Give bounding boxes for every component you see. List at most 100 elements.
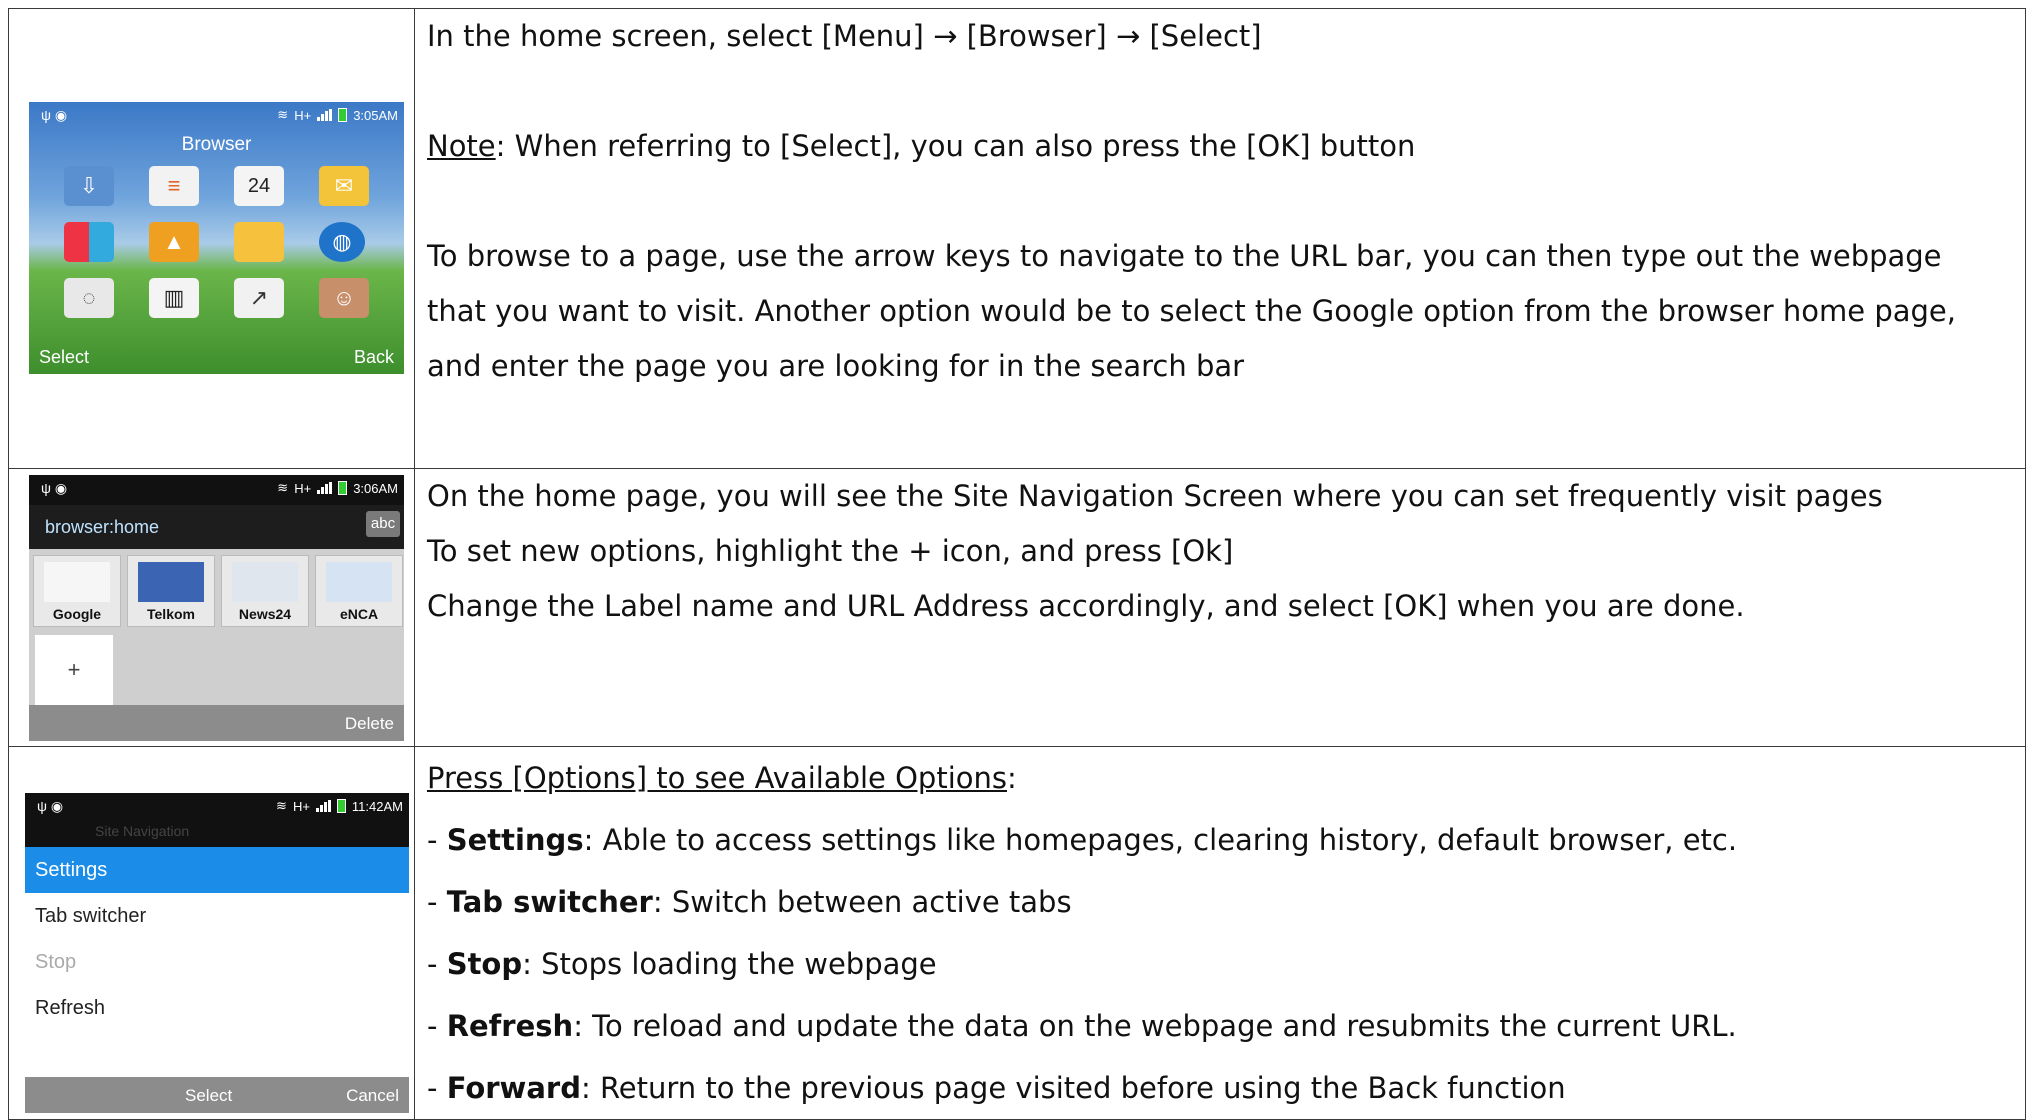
site-tile-label: Google [52, 606, 102, 622]
globe-browser-icon[interactable]: ◍ [319, 222, 365, 262]
status-bar: ψ ◉ ≋ H+ 3:06AM [29, 475, 404, 505]
input-mode-indicator: abc [366, 511, 400, 537]
softkey-select[interactable]: Select [39, 347, 89, 368]
signal-icon [317, 109, 333, 121]
battery-icon [338, 108, 348, 122]
option-desc: : Able to access settings like homepages… [583, 823, 1738, 857]
network-type: H+ [294, 107, 312, 123]
screenshot-cell: ψ ◉ ≋ H+ 3:06AM browser:home abc Google … [8, 468, 415, 747]
softkey-delete[interactable]: Delete [345, 714, 394, 734]
screenshot-cell: ψ ◉ ≋ H+ 3:05AM Browser ⇩ ≡ 24 ✉ ▲ ◍ ◌ ▥… [8, 8, 415, 469]
gallery-app-icon[interactable]: ▲ [149, 222, 199, 262]
text-line: To set new options, highlight the + icon… [427, 534, 1234, 568]
site-thumbnail [326, 562, 392, 602]
equalizer-app-icon[interactable]: ≡ [149, 166, 199, 206]
softkey-bar: Delete [29, 705, 404, 741]
table-row: ψ ◉ ≋ H+ 11:42AM Site Navigation Setting… [8, 746, 2026, 1120]
softkey-back[interactable]: Back [354, 347, 394, 368]
site-tile-label: News24 [238, 606, 292, 622]
option-item: - Stop: Stops loading the webpage [427, 947, 937, 981]
option-item: - Forward: Return to the previous page v… [427, 1071, 1566, 1105]
option-item: - Tab switcher: Switch between active ta… [427, 885, 1072, 919]
calendar-app-icon[interactable]: 24 [234, 166, 284, 206]
menu-item-stop[interactable]: Stop [25, 939, 409, 985]
screenshot-cell: ψ ◉ ≋ H+ 11:42AM Site Navigation Setting… [8, 746, 415, 1120]
text-line: In the home screen, select [Menu] → [Bro… [427, 19, 1262, 53]
option-item: - Settings: Able to access settings like… [427, 823, 1738, 857]
text-line: On the home page, you will see the Site … [427, 479, 1883, 513]
options-menu: Settings Tab switcher Stop Refresh [25, 847, 409, 1031]
clock-app-icon[interactable]: ↗ [234, 278, 284, 318]
option-term: Settings [446, 823, 584, 857]
usb-icon: ψ ◉ [37, 798, 64, 814]
options-heading: Press [Options] to see Available Options… [427, 747, 2025, 809]
option-term: Refresh [446, 1009, 574, 1043]
table-row: ψ ◉ ≋ H+ 3:05AM Browser ⇩ ≡ 24 ✉ ▲ ◍ ◌ ▥… [8, 8, 2026, 469]
option-term: Tab switcher [446, 885, 653, 919]
option-term: Forward [446, 1071, 581, 1105]
text-line: Change the Label name and URL Address ac… [427, 589, 1745, 623]
site-tile[interactable]: eNCA [315, 555, 403, 627]
softkey-select[interactable]: Select [185, 1086, 232, 1106]
site-tile-label: eNCA [339, 606, 379, 622]
network-type: H+ [292, 798, 310, 814]
folder-app-icon[interactable] [234, 222, 284, 262]
add-site-button[interactable]: + [35, 635, 113, 705]
site-tile-label: Telkom [147, 606, 195, 622]
instruction-table: ψ ◉ ≋ H+ 3:05AM Browser ⇩ ≡ 24 ✉ ▲ ◍ ◌ ▥… [8, 8, 2026, 1120]
option-desc: : Return to the previous page visited be… [580, 1071, 1566, 1105]
text-line: that you want to visit. Another option w… [427, 294, 1956, 328]
clock: 3:06AM [353, 480, 398, 496]
phone-options-menu: ψ ◉ ≋ H+ 11:42AM Site Navigation Setting… [25, 793, 409, 1113]
app-grid: ⇩ ≡ 24 ✉ ▲ ◍ ◌ ▥ ↗ ☺ [49, 166, 389, 318]
music-app-icon[interactable]: ▥ [149, 278, 199, 318]
apps-app-icon[interactable] [64, 222, 114, 262]
wifi-icon: ≋ [276, 798, 287, 813]
url-bar[interactable]: browser:home abc [29, 505, 404, 549]
heading-colon: : [1007, 761, 1017, 795]
option-desc: : Switch between active tabs [652, 885, 1072, 919]
url-field[interactable]: browser:home [45, 517, 159, 538]
usb-icon: ψ ◉ [41, 480, 68, 496]
wifi-icon: ≋ [277, 107, 289, 122]
background-title: Site Navigation [25, 823, 409, 847]
softkey-cancel[interactable]: Cancel [346, 1086, 399, 1106]
usb-icon: ψ ◉ [41, 107, 68, 123]
clock: 3:05AM [353, 107, 398, 123]
signal-icon [317, 482, 333, 494]
text-line: To browse to a page, use the arrow keys … [427, 239, 1942, 273]
site-thumbnail [138, 562, 204, 602]
battery-icon [338, 481, 348, 495]
screen-title: Browser [181, 134, 252, 155]
status-bar: ψ ◉ ≋ H+ 3:05AM [29, 102, 404, 130]
menu-item-refresh[interactable]: Refresh [25, 985, 409, 1031]
menu-item-settings[interactable]: Settings [25, 847, 409, 893]
note-label: Note [427, 129, 496, 163]
status-bar: ψ ◉ ≋ H+ 11:42AM [25, 793, 409, 823]
note-line: Note: When referring to [Select], you ca… [427, 119, 2025, 174]
battery-icon [336, 799, 346, 813]
option-term: Stop [446, 947, 523, 981]
signal-icon [315, 800, 331, 812]
table-row: ψ ◉ ≋ H+ 3:06AM browser:home abc Google … [8, 468, 2026, 747]
site-thumbnail [44, 562, 110, 602]
fm-radio-app-icon[interactable]: ◌ [64, 278, 114, 318]
phone-home-screen: ψ ◉ ≋ H+ 3:05AM Browser ⇩ ≡ 24 ✉ ▲ ◍ ◌ ▥… [29, 102, 404, 374]
phone-browser-home: ψ ◉ ≋ H+ 3:06AM browser:home abc Google … [29, 475, 404, 741]
site-navigation-tiles: Google Telkom News24 eNCA [33, 555, 403, 627]
instructions-cell: Press [Options] to see Available Options… [414, 746, 2026, 1120]
clock: 11:42AM [351, 798, 403, 814]
options-heading-text: Press [Options] to see Available Options [427, 761, 1007, 795]
network-type: H+ [294, 480, 312, 496]
site-tile[interactable]: Google [33, 555, 121, 627]
contacts-app-icon[interactable]: ☺ [319, 278, 369, 318]
site-tile[interactable]: News24 [221, 555, 309, 627]
softkey-bar: Select Cancel [25, 1077, 409, 1113]
option-desc: : Stops loading the webpage [522, 947, 937, 981]
site-tile[interactable]: Telkom [127, 555, 215, 627]
download-app-icon[interactable]: ⇩ [64, 166, 114, 206]
messages-app-icon[interactable]: ✉ [319, 166, 369, 206]
menu-item-tab-switcher[interactable]: Tab switcher [25, 893, 409, 939]
